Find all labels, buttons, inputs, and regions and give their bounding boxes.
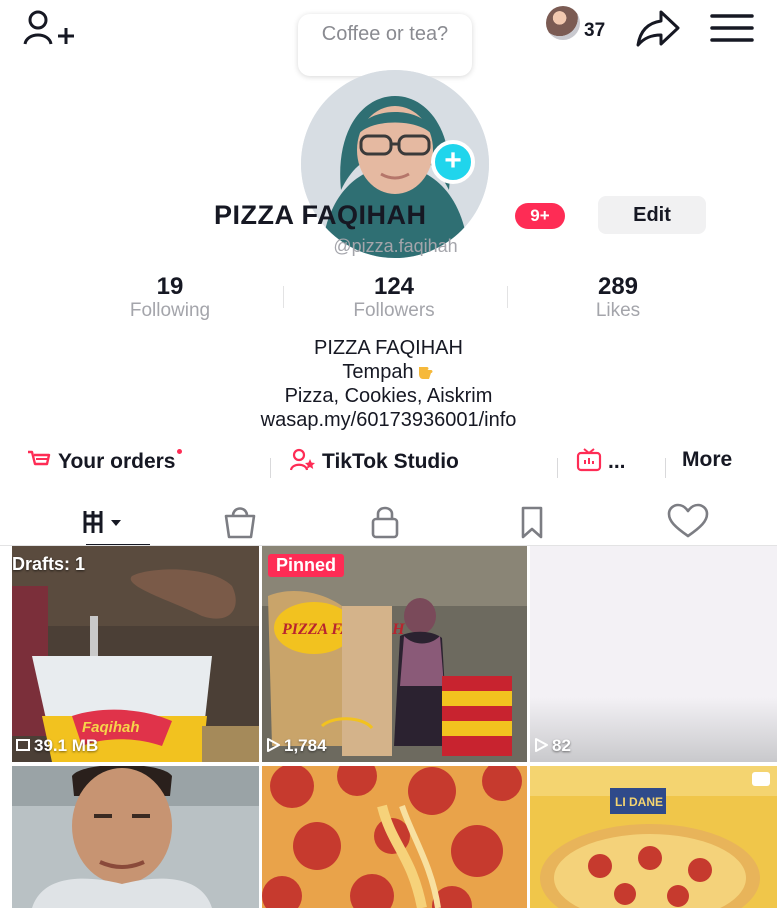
stat-divider (283, 286, 284, 308)
stat-followers[interactable]: 124 Followers (294, 274, 494, 322)
profile-stats: 19 Following 124 Followers 289 Likes (0, 274, 777, 326)
tiktok-studio-button[interactable]: TikTok Studio (290, 448, 459, 474)
cart-icon (28, 450, 51, 466)
play-icon (267, 738, 280, 752)
pinned-badge: Pinned (268, 554, 345, 577)
status-speech-bubble[interactable]: Coffee or tea? (298, 14, 472, 76)
pointing-hand-icon (418, 367, 433, 379)
stat-likes[interactable]: 289 Likes (518, 274, 718, 322)
stat-followers-label: Followers (353, 300, 435, 321)
share-icon[interactable] (635, 8, 681, 48)
shortcut-separator (665, 458, 666, 478)
cart-caption: Faqihah (82, 719, 140, 736)
live-shortcut-label: ... (608, 450, 626, 473)
view-count-value: 82 (552, 736, 571, 755)
shop-sign: LI DANE (615, 795, 663, 809)
view-count: 1,784 (266, 736, 327, 756)
bookmark-icon[interactable] (507, 502, 557, 542)
video-thumbnail[interactable]: 82 (530, 546, 777, 762)
edit-profile-button[interactable]: Edit (598, 196, 706, 234)
stat-likes-value: 289 (597, 273, 639, 300)
new-indicator-dot (177, 449, 183, 454)
play-icon (535, 738, 548, 752)
content-tabs (0, 500, 777, 546)
bio-line-tempah: Tempah (0, 360, 777, 384)
username-handle: @pizza.faqihah (333, 236, 458, 256)
bio-line: Pizza, Cookies, Aiskrim (284, 385, 493, 407)
heart-icon[interactable] (663, 502, 713, 542)
top-bar: Coffee or tea? 37 (0, 0, 777, 92)
draft-size: 39.1 MB (16, 736, 98, 756)
profile-visitors-avatar[interactable] (546, 6, 580, 40)
bio-link[interactable]: wasap.my/60173936001/info (0, 408, 777, 432)
shop-bag-icon[interactable] (215, 502, 265, 542)
draft-icon (16, 739, 30, 751)
stat-following-value: 19 (156, 273, 184, 300)
live-shortcut-button[interactable]: ... (576, 448, 626, 474)
shortcuts-row: Your orders TikTok Studio ... More (0, 444, 777, 484)
name-row: PIZZA FAQIHAH 9+ Edit (0, 196, 777, 238)
more-button[interactable]: More (682, 448, 732, 472)
speech-bubble-text: Coffee or tea? (321, 23, 449, 45)
your-orders-button[interactable]: Your orders (26, 448, 183, 474)
video-thumbnail[interactable]: PIZZA FAQIHAH Pinned 1,784 (262, 546, 527, 762)
stat-divider (507, 286, 508, 308)
view-count: 82 (534, 736, 571, 756)
video-thumbnail[interactable] (262, 766, 527, 908)
view-count-value: 1,784 (284, 736, 327, 755)
profile-bio: PIZZA FAQIHAH Tempah Pizza, Cookies, Ais… (0, 336, 777, 432)
video-thumbnail[interactable] (12, 766, 259, 908)
shortcut-separator (270, 458, 271, 478)
bio-line: Tempah (342, 361, 414, 383)
video-thumbnail[interactable]: Faqihah Drafts: 1 39.1 MB (12, 546, 259, 762)
stat-likes-label: Likes (595, 300, 641, 321)
stat-following[interactable]: 19 Following (70, 274, 270, 322)
display-name: PIZZA FAQIHAH (214, 200, 427, 230)
live-icon (576, 448, 602, 472)
add-user-icon[interactable] (22, 8, 78, 48)
notification-badge[interactable]: 9+ (515, 203, 565, 229)
menu-icon[interactable] (708, 10, 756, 46)
stat-following-label: Following (129, 300, 211, 321)
video-thumbnail[interactable]: LI DANE (530, 766, 777, 908)
drafts-label: Drafts: 1 (12, 554, 86, 574)
your-orders-label: Your orders (58, 450, 176, 473)
draft-size-value: 39.1 MB (34, 736, 99, 755)
plus-icon[interactable]: + (431, 140, 475, 184)
lock-icon[interactable] (360, 502, 410, 542)
bio-line: PIZZA FAQIHAH (314, 337, 463, 359)
studio-icon (290, 448, 315, 471)
tiktok-studio-label: TikTok Studio (322, 450, 459, 473)
shortcut-separator (557, 458, 558, 478)
stat-followers-value: 124 (373, 273, 415, 300)
videos-grid-icon[interactable] (80, 502, 130, 542)
profile-visitors-count[interactable]: 37 (584, 20, 605, 42)
video-grid: Faqihah Drafts: 1 39.1 MB PIZZA FAQIHAH … (12, 546, 777, 908)
